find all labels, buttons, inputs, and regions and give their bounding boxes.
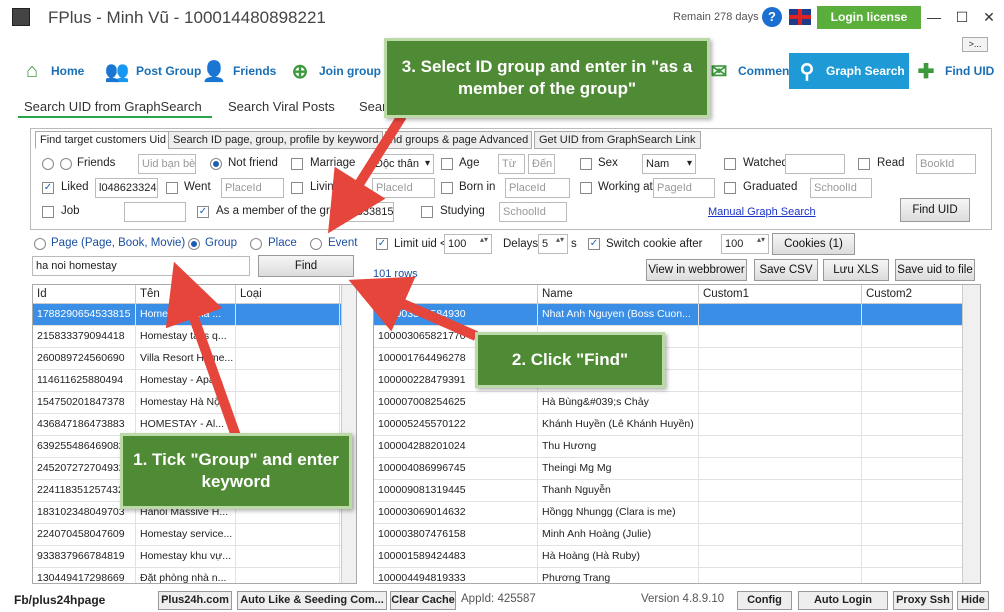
- arrow-to-find: [348, 276, 479, 341]
- callout-step-2: 2. Click "Find": [475, 332, 665, 388]
- callout-step-1: 1. Tick "Group" and enter keyword: [120, 433, 352, 509]
- callout-step-3: 3. Select ID group and enter in "as a me…: [384, 38, 710, 118]
- arrow-to-member-group: [328, 113, 407, 234]
- arrow-to-keyword: [165, 261, 241, 438]
